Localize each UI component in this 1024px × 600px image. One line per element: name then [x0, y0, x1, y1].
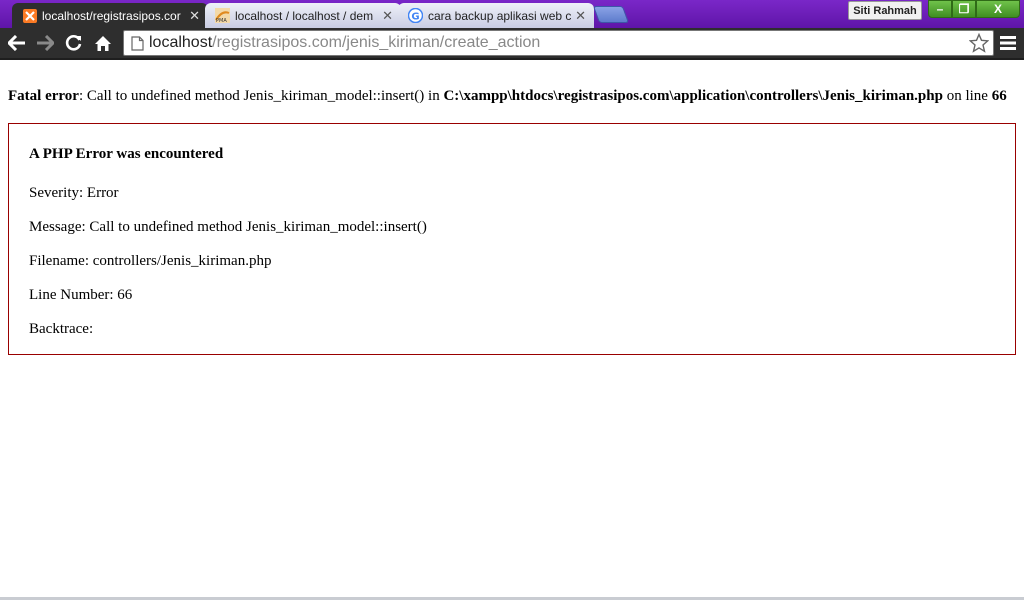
fatal-error-line: 66 [991, 88, 1007, 104]
svg-text:G: G [411, 12, 419, 23]
close-window-button[interactable]: X [976, 0, 1020, 18]
fatal-error-text: : Call to undefined method Jenis_kiriman… [78, 88, 444, 104]
phpmyadmin-icon: PMA [215, 8, 230, 23]
fatal-error-path: C:\xampp\htdocs\registrasipos.com\applic… [443, 88, 943, 104]
fatal-error-label: Fatal error [8, 88, 79, 104]
php-error-box: A PHP Error was encountered Severity: Er… [8, 123, 1016, 355]
address-bar[interactable]: localhost/registrasipos.com/jenis_kirima… [123, 30, 994, 56]
page-content: Fatal error: Call to undefined method Je… [0, 60, 1024, 600]
tab-title: cara backup aplikasi web c [428, 8, 572, 23]
new-tab-button[interactable] [592, 6, 630, 23]
error-message: Message: Call to undefined method Jenis_… [29, 219, 427, 235]
xampp-icon [22, 8, 37, 23]
url-text[interactable]: localhost/registrasipos.com/jenis_kirima… [149, 34, 540, 52]
close-icon[interactable]: ✕ [575, 9, 586, 22]
page-icon [131, 36, 144, 51]
error-heading: A PHP Error was encountered [29, 146, 224, 162]
error-line-number: Line Number: 66 [29, 287, 133, 303]
fatal-error-online: on line [942, 88, 992, 104]
tab-registrasipos[interactable]: localhost/registrasipos.cor ✕ [12, 3, 208, 28]
fatal-error-message: Fatal error: Call to undefined method Je… [8, 87, 1018, 105]
home-button[interactable] [92, 32, 114, 54]
error-backtrace: Backtrace: [29, 321, 94, 337]
close-icon[interactable]: ✕ [382, 9, 393, 22]
tab-google-search[interactable]: G cara backup aplikasi web c ✕ [398, 3, 594, 28]
menu-icon[interactable] [1000, 36, 1016, 50]
url-path: /registrasipos.com/jenis_kiriman/create_… [212, 34, 541, 51]
home-icon [95, 35, 111, 51]
title-bar: localhost/registrasipos.cor ✕ PMA localh… [0, 0, 1024, 28]
back-button[interactable] [6, 32, 28, 54]
forward-button[interactable] [34, 32, 56, 54]
back-arrow-icon [8, 35, 25, 51]
profile-button[interactable]: Siti Rahmah [848, 1, 922, 20]
reload-icon [65, 35, 82, 51]
tab-title: localhost / localhost / dem [235, 8, 374, 23]
tab-title: localhost/registrasipos.cor [42, 8, 181, 23]
minimize-button[interactable]: – [928, 0, 952, 18]
close-icon[interactable]: ✕ [189, 9, 200, 22]
forward-arrow-icon [37, 35, 54, 51]
maximize-button[interactable]: ❐ [952, 0, 976, 18]
url-host: localhost [149, 34, 213, 51]
google-icon: G [408, 8, 423, 23]
error-filename: Filename: controllers/Jenis_kiriman.php [29, 253, 272, 269]
tab-phpmyadmin[interactable]: PMA localhost / localhost / dem ✕ [205, 3, 401, 28]
error-severity: Severity: Error [29, 185, 119, 201]
browser-toolbar: localhost/registrasipos.com/jenis_kirima… [0, 28, 1024, 58]
bookmark-star-icon[interactable] [969, 33, 989, 53]
reload-button[interactable] [63, 32, 85, 54]
svg-text:PMA: PMA [216, 18, 227, 23]
